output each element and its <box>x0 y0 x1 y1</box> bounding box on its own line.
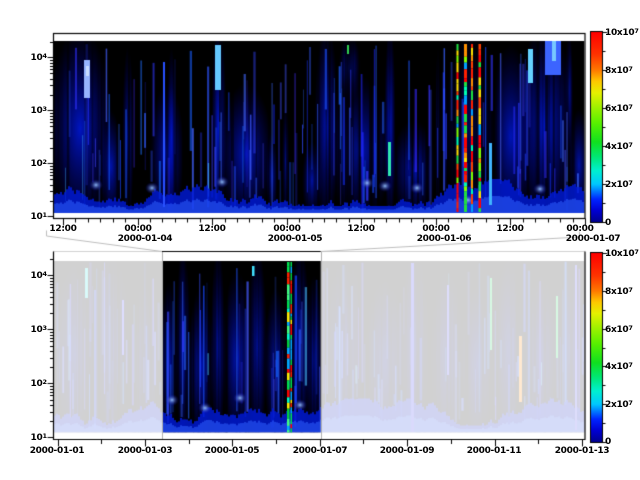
y-label-exp: 2 <box>42 158 47 166</box>
context-x-date-label: 2000-01-03 <box>110 447 180 456</box>
detail-x-time-label: 00:00 <box>560 225 600 234</box>
context-colorbar-label: 10x107 <box>605 248 640 259</box>
colorbar-label-exp: 7 <box>628 361 633 369</box>
y-label-exp: 2 <box>42 378 47 386</box>
colorbar-label-base: 0 <box>605 437 611 447</box>
colorbar-label-base: 8x10 <box>605 66 628 76</box>
colorbar-label-base: 2x10 <box>605 400 628 410</box>
detail-x-time-label: 00:00 <box>267 225 307 234</box>
zoom-selection-region[interactable] <box>162 252 321 440</box>
detail-colorbar-label: 0 <box>605 217 640 228</box>
colorbar-label-base: 4x10 <box>605 362 628 372</box>
y-label-exp: 1 <box>42 432 47 440</box>
y-label-exp: 4 <box>42 270 47 278</box>
colorbar-label-exp: 7 <box>628 141 633 149</box>
context-colorbar-label: 2x107 <box>605 399 640 410</box>
detail-colorbar-label: 8x107 <box>605 65 640 76</box>
y-label-base: 10 <box>31 53 43 63</box>
detail-colorbar-label: 4x107 <box>605 141 640 152</box>
colorbar-label-base: 6x10 <box>605 325 628 335</box>
detail-y-tick-label: 103 <box>18 105 47 116</box>
detail-x-time-label: 00:00 <box>118 225 158 234</box>
detail-x-date-label: 2000-01-06 <box>409 235 479 244</box>
colorbar-label-base: 0 <box>605 218 611 228</box>
context-y-tick-label: 101 <box>18 432 47 443</box>
context-colorbar-label: 0 <box>605 436 640 447</box>
colorbar-label-exp: 7 <box>628 65 633 73</box>
colorbar-label-exp: 7 <box>628 286 633 294</box>
y-label-exp: 3 <box>42 324 47 332</box>
context-y-tick-label: 102 <box>18 378 47 389</box>
detail-x-date-label: 2000-01-04 <box>110 235 180 244</box>
colorbar-label-exp: 7 <box>628 103 633 111</box>
detail-plot-area[interactable] <box>54 41 584 213</box>
context-colorbar-label: 4x107 <box>605 361 640 372</box>
detail-y-tick-label: 104 <box>18 52 47 63</box>
y-label-base: 10 <box>31 159 43 169</box>
detail-y-tick-label: 101 <box>18 211 47 222</box>
detail-colorbar-label: 6x107 <box>605 103 640 114</box>
context-y-tick-label: 104 <box>18 270 47 281</box>
detail-x-date-label: 2000-01-05 <box>260 235 330 244</box>
context-y-tick-label: 103 <box>18 324 47 335</box>
y-label-exp: 4 <box>42 52 47 60</box>
colorbar-label-base: 8x10 <box>605 287 628 297</box>
context-x-date-label: 2000-01-01 <box>22 447 92 456</box>
colorbar-label-base: 10x10 <box>605 28 634 38</box>
context-x-date-label: 2000-01-11 <box>459 447 529 456</box>
detail-x-date-label: 2000-01-07 <box>558 235 628 244</box>
y-label-exp: 3 <box>42 105 47 113</box>
colorbar-label-base: 2x10 <box>605 180 628 190</box>
colorbar-label-base: 6x10 <box>605 104 628 114</box>
colorbar-label-exp: 7 <box>634 248 639 256</box>
detail-x-time-label: 12:00 <box>341 225 381 234</box>
colorbar-label-exp: 7 <box>628 179 633 187</box>
detail-colorbar-label: 2x107 <box>605 179 640 190</box>
colorbar-label-exp: 7 <box>628 399 633 407</box>
detail-x-time-label: 12:00 <box>192 225 232 234</box>
context-x-date-label: 2000-01-05 <box>197 447 267 456</box>
context-colorbar-label: 8x107 <box>605 286 640 297</box>
detail-x-time-label: 12:00 <box>490 225 530 234</box>
detail-colorbar-label: 10x107 <box>605 27 640 38</box>
y-label-base: 10 <box>31 433 43 443</box>
y-label-base: 10 <box>31 212 43 222</box>
colorbar-label-base: 10x10 <box>605 249 634 259</box>
detail-y-tick-label: 102 <box>18 158 47 169</box>
y-label-base: 10 <box>31 379 43 389</box>
detail-x-time-label: 12:00 <box>43 225 83 234</box>
colorbar-label-base: 4x10 <box>605 142 628 152</box>
y-label-base: 10 <box>31 106 43 116</box>
y-label-exp: 1 <box>42 211 47 219</box>
context-colorbar-label: 6x107 <box>605 324 640 335</box>
detail-x-time-label: 00:00 <box>416 225 456 234</box>
y-label-base: 10 <box>31 325 43 335</box>
colorbar-label-exp: 7 <box>634 27 639 35</box>
context-x-date-label: 2000-01-13 <box>547 447 617 456</box>
y-label-base: 10 <box>31 271 43 281</box>
colorbar-label-exp: 7 <box>628 324 633 332</box>
context-x-date-label: 2000-01-09 <box>372 447 442 456</box>
spectrogram-viewer: 104 103 102 101 12:00 00:00 12:00 00:00 … <box>0 0 640 480</box>
context-x-date-label: 2000-01-07 <box>285 447 355 456</box>
